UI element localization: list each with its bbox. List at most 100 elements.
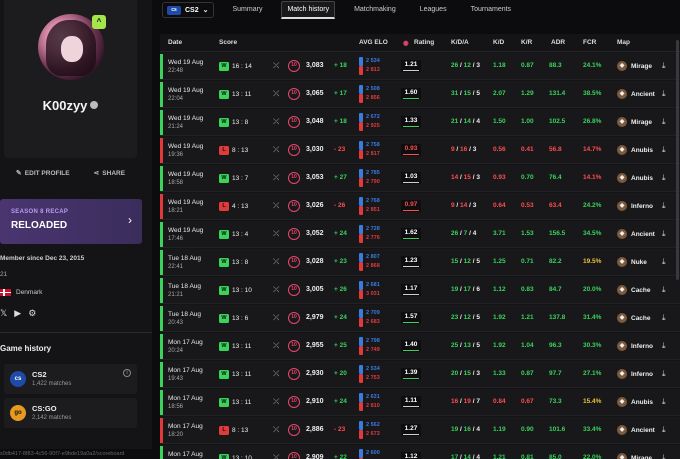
scrollbar[interactable] [676,40,679,280]
fcr-value: 27.1% [583,370,602,377]
team-a-elo: 2 562 [366,422,380,428]
rating-value: 1.21 [401,60,421,72]
table-row[interactable]: Wed 19 Aug 17:46 W 13 : 4 ⤫ 10 3,052 + 24 2 728 2… [160,221,680,248]
map-cell: ◆ Anubis [617,173,653,183]
table-row[interactable]: Wed 19 Aug 22:48 W 16 : 14 ⤫ 10 3,083 + 18 2 534… [160,53,680,80]
col-fcr[interactable]: FCR [583,39,596,46]
download-demo-button[interactable]: ⤓ [662,145,666,155]
tab-matchmaking[interactable]: Matchmaking [349,0,401,20]
result-indicator [160,194,163,219]
fcr-value: 30.3% [583,342,602,349]
tab-match-history[interactable]: Match history [281,1,336,19]
match-day: Wed 19 Aug [168,143,204,150]
table-row[interactable]: Tue 18 Aug 20:43 W 13 : 6 ⤫ 10 2,979 + 24 2 709 2… [160,305,680,332]
rating-number: 0.93 [404,145,418,152]
inferno-map-icon: ◆ [617,201,627,211]
score-text: 13 : 10 [232,287,252,294]
table-row[interactable]: Wed 19 Aug 18:21 L 4 : 13 ⤫ 10 3,026- 26 2 768 2… [160,193,680,220]
download-demo-button[interactable]: ⤓ [662,425,666,435]
crossfire-icon: ⤫ [273,201,280,210]
kd-value: 0.84 [493,398,506,405]
tab-summary[interactable]: Summary [228,0,268,20]
team-a-elo: 2 785 [366,170,380,176]
game-selector[interactable]: cs CS2 ⌄ [162,2,214,18]
tab-tournaments[interactable]: Tournaments [466,0,516,20]
download-demo-button[interactable]: ⤓ [662,61,666,71]
col-kda[interactable]: K/D/A [451,39,469,46]
table-row[interactable]: Wed 19 Aug 18:58 W 13 : 7 ⤫ 10 3,053 + 27 2 785 2… [160,165,680,192]
rating-value: 1.17 [401,284,421,296]
download-demo-button[interactable]: ⤓ [662,257,666,267]
match-score: W 13 : 11 [219,398,251,407]
col-kd[interactable]: K/D [493,39,504,46]
team-b-color [359,234,363,243]
download-demo-button[interactable]: ⤓ [662,89,666,99]
col-kr[interactable]: K/R [521,39,532,46]
kda-value: 17 / 14 / 4 [451,454,480,459]
x-twitter-icon[interactable]: 𝕏 [0,308,7,319]
elo-value: 3,083 [306,62,324,69]
assists: 3 [476,370,480,377]
assists: 4 [476,454,480,459]
download-demo-button[interactable]: ⤓ [662,285,666,295]
kda-value: 23 / 12 / 5 [451,314,480,321]
rating-underline [403,237,419,239]
result-indicator [160,110,163,135]
share-button[interactable]: ⋖ SHARE [93,169,125,177]
rating-underline [403,209,419,211]
youtube-icon[interactable]: ▶ [14,308,21,319]
download-demo-button[interactable]: ⤓ [662,173,666,183]
download-demo-button[interactable]: ⤓ [662,369,666,379]
download-demo-button[interactable]: ⤓ [662,117,666,127]
kda-value: 15 / 12 / 5 [451,258,480,265]
col-avg-elo[interactable]: AVG ELO [359,39,388,46]
match-date: Wed 19 Aug 18:21 [168,199,203,215]
table-row[interactable]: Tue 18 Aug 22:41 W 13 : 8 ⤫ 10 3,028 + 23 2 807 2… [160,249,680,276]
col-score[interactable]: Score [219,39,237,46]
crossfire-icon: ⤫ [273,341,280,350]
match-score: W 13 : 8 [219,258,248,267]
map-name: Anubis [631,174,654,182]
col-adr[interactable]: ADR [551,39,565,46]
download-demo-button[interactable]: ⤓ [662,453,666,459]
rating-value: 1.23 [401,256,421,268]
rating-value: 1.12 [401,452,421,459]
match-date: Tue 18 Aug 22:41 [168,255,201,271]
game-history-cs2[interactable]: cs CS2 1,422 matches i [4,364,137,394]
table-row[interactable]: Wed 19 Aug 19:36 L 8 : 13 ⤫ 10 3,030- 23 2 758 2… [160,137,680,164]
elo-value: 3,053 [306,174,324,181]
table-row[interactable]: Wed 19 Aug 22:04 W 13 : 11 ⤫ 10 3,065 + 17 2 508… [160,81,680,108]
download-demo-button[interactable]: ⤓ [662,229,666,239]
elo-delta: + 24 [334,398,347,405]
kr-value: 0.70 [521,174,534,181]
team-b-elo: 3 031 [366,291,380,297]
table-row[interactable]: Mon 17 Aug 20:24 W 13 : 11 ⤫ 10 2,955 + 25 2 798… [160,333,680,360]
game-history-csgo[interactable]: go CS:GO 2,142 matches [4,398,137,428]
info-icon[interactable]: i [123,369,131,377]
match-time: 22:04 [168,96,184,102]
col-rating[interactable]: Rating [414,39,434,46]
cache-map-icon: ◆ [617,313,627,323]
match-day: Mon 17 Aug [168,367,203,374]
avg-elo: 2 6002 702 [359,449,389,459]
steam-icon[interactable]: ⚙ [28,308,36,319]
pencil-icon: ✎ [15,170,22,177]
table-row[interactable]: Mon 17 Aug 18:20 L 8 : 13 ⤫ 10 2,886- 23 2 562 2… [160,417,680,444]
edit-profile-button[interactable]: ✎ EDIT PROFILE [16,169,70,177]
download-demo-button[interactable]: ⤓ [662,397,666,407]
team-b-elo: 2 673 [366,431,380,437]
table-row[interactable]: Wed 19 Aug 21:24 W 13 : 8 ⤫ 10 3,048 + 18 2 672 2… [160,109,680,136]
col-date[interactable]: Date [168,39,182,46]
download-demo-button[interactable]: ⤓ [662,341,666,351]
season-recap-banner[interactable]: SEASON 8 RECAP RELOADED › [0,199,142,244]
table-row[interactable]: Tue 18 Aug 21:21 W 13 : 10 ⤫ 10 3,005 + 26 2 681… [160,277,680,304]
tab-leagues[interactable]: Leagues [415,0,452,20]
table-row[interactable]: Mon 17 Aug W13 : 10 ⤫ 10 2,909 + 22 2 6002 702… [160,445,680,459]
mirage-map-icon: ◆ [617,117,627,127]
adr-value: 101.6 [549,426,566,433]
col-map[interactable]: Map [617,39,630,46]
table-row[interactable]: Mon 17 Aug 18:56 W 13 : 11 ⤫ 10 2,910 + 24 2 631… [160,389,680,416]
download-demo-button[interactable]: ⤓ [662,201,666,211]
download-demo-button[interactable]: ⤓ [662,313,666,323]
table-row[interactable]: Mon 17 Aug 19:43 W 13 : 11 ⤫ 10 2,930 + 20 2 534… [160,361,680,388]
